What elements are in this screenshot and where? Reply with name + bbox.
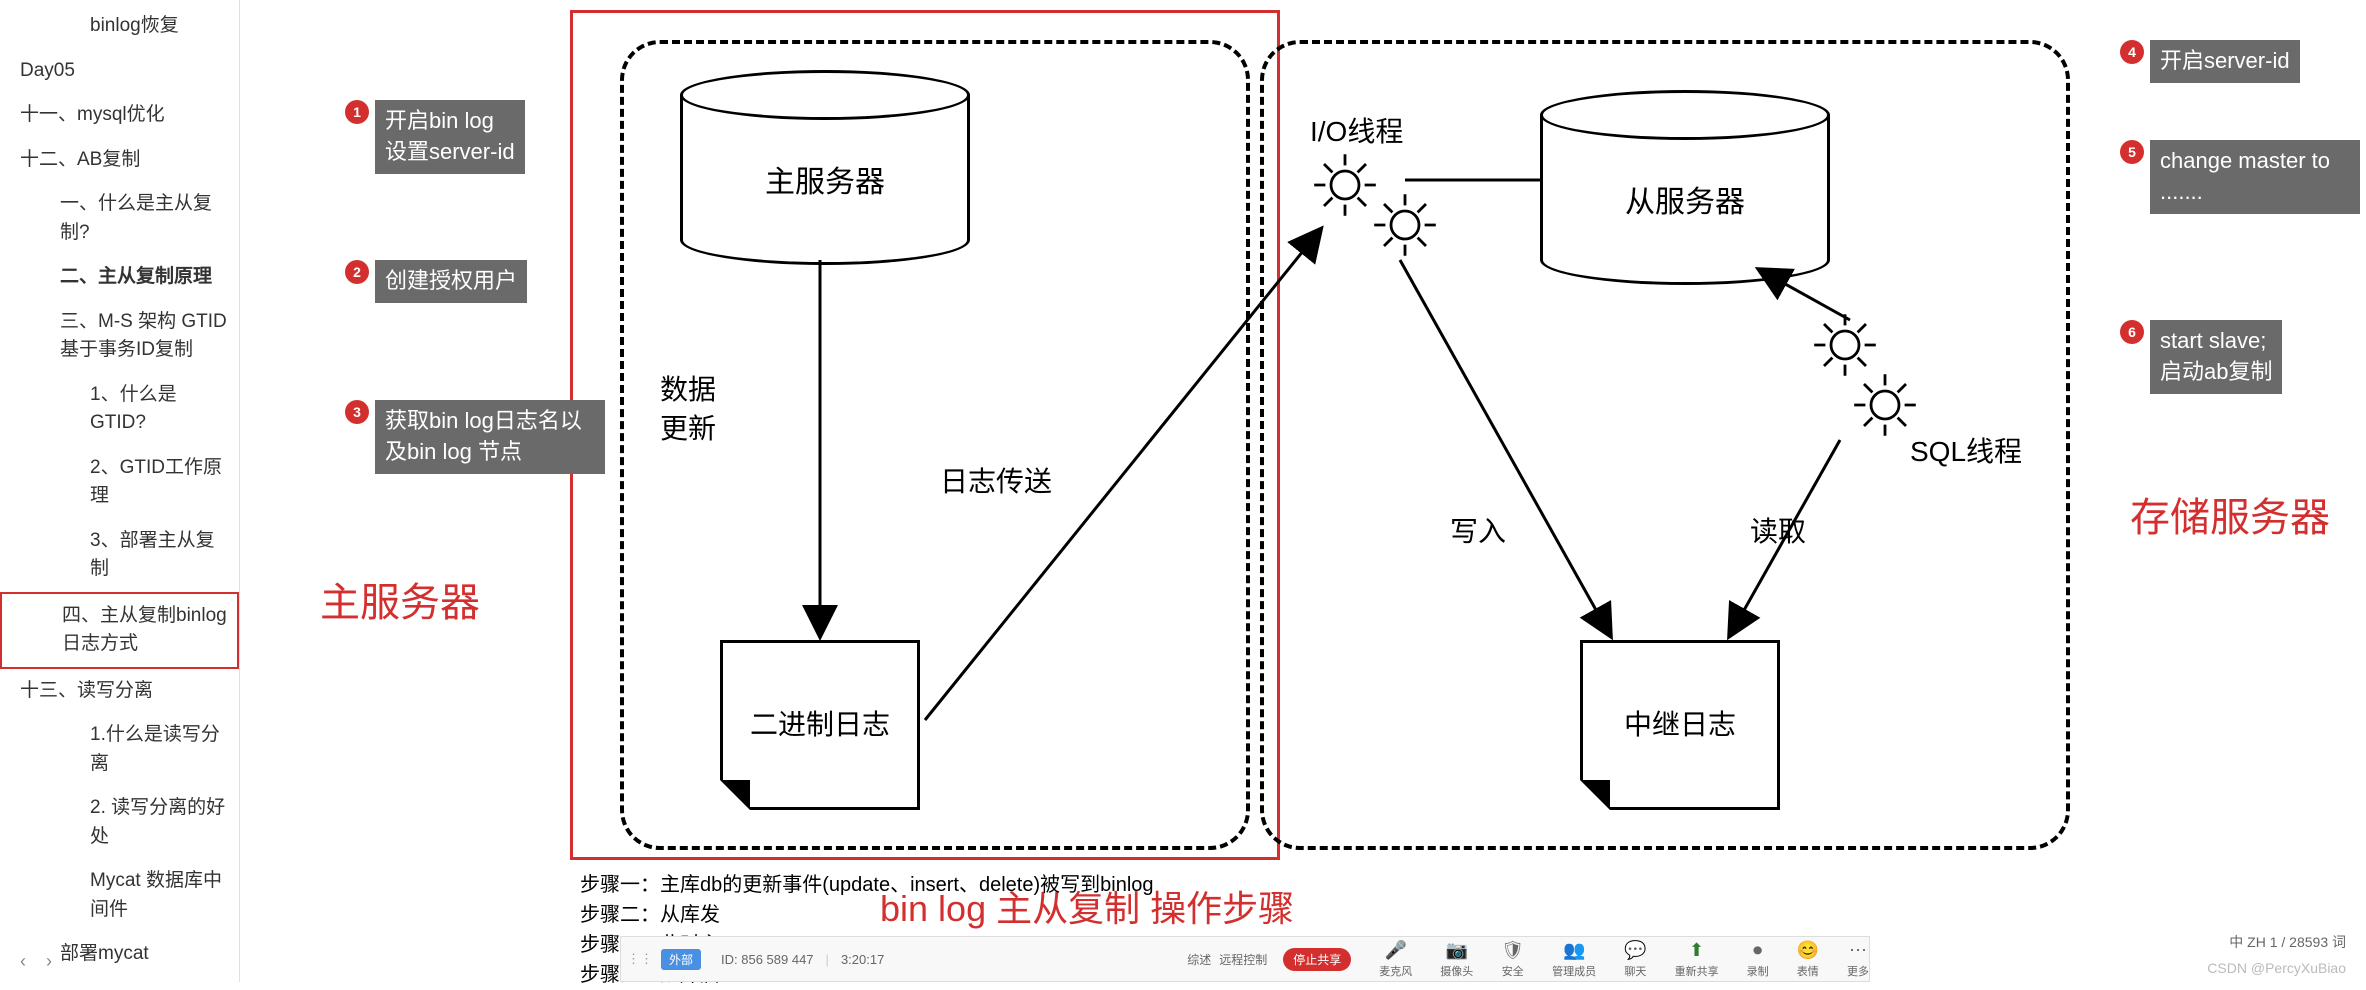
data-update-label: 数据更新: [660, 370, 720, 448]
external-tag: 外部: [661, 949, 701, 970]
record-button[interactable]: ⏺录制: [1747, 940, 1769, 979]
annotation-text: 创建授权用户: [375, 260, 527, 303]
emoji-icon: 😊: [1797, 940, 1819, 961]
master-db-label: 主服务器: [765, 157, 885, 201]
slave-db-label: 从服务器: [1625, 177, 1745, 221]
relay-log-label: 中继日志: [1624, 705, 1736, 744]
step-2: 步骤二：从库发: [580, 900, 1154, 930]
watermark: CSDN @PercyXuBiao: [2207, 960, 2346, 976]
annotation-6: 6 start slave; 启动ab复制: [2120, 320, 2282, 394]
annotation-text: 开启server-id: [2150, 40, 2300, 83]
status-bar-right: 中 ZH 1 / 28593 词: [2229, 932, 2346, 952]
annotation-1: 1 开启bin log 设置server-id: [345, 100, 525, 174]
annotation-text: change master to .......: [2150, 140, 2360, 214]
log-transfer-label: 日志传送: [940, 460, 1052, 500]
annotation-5: 5 change master to .......: [2120, 140, 2360, 214]
step-1: 步骤一：主库db的更新事件(update、insert、delete)被写到bi…: [580, 870, 1154, 900]
badge-5: 5: [2120, 140, 2144, 164]
sidebar-item[interactable]: binlog恢复: [0, 4, 239, 49]
camera-icon: 📷: [1446, 940, 1468, 961]
io-thread-label: I/O线程: [1310, 110, 1403, 150]
badge-1: 1: [345, 100, 369, 124]
sql-thread-label: SQL线程: [1910, 430, 2022, 470]
toolbar-label[interactable]: 远程控制: [1219, 951, 1267, 968]
annotation-text: start slave; 启动ab复制: [2150, 320, 2282, 394]
annotation-3: 3 获取bin log日志名以及bin log 节点: [345, 400, 605, 474]
record-icon: ⏺: [1753, 940, 1762, 961]
nav-next-icon[interactable]: ›: [46, 951, 52, 972]
sidebar-item[interactable]: 1、什么是GTID?: [0, 373, 239, 446]
slave-db-cylinder: 从服务器: [1540, 90, 1830, 285]
sidebar-item[interactable]: Day05: [0, 49, 239, 94]
security-button[interactable]: 🛡安全: [1501, 940, 1524, 979]
sidebar-item[interactable]: 1.什么是读写分离: [0, 713, 239, 786]
meeting-time: 3:20:17: [841, 952, 884, 967]
emoji-button[interactable]: 😊表情: [1797, 940, 1819, 979]
sidebar-item[interactable]: 三、M-S 架构 GTID 基于事务ID复制: [0, 300, 239, 373]
io-gear-icon: [1370, 190, 1440, 260]
badge-2: 2: [345, 260, 369, 284]
sidebar-item[interactable]: 二、主从复制原理: [0, 255, 239, 300]
sidebar: binlog恢复 Day05 十一、mysql优化 十二、AB复制 一、什么是主…: [0, 0, 240, 982]
sidebar-item[interactable]: 2. 读写分离的好处: [0, 786, 239, 859]
meeting-toolbar: ⋮⋮ 外部 ID: 856 589 447 | 3:20:17 综述 远程控制 …: [620, 936, 1870, 982]
annotation-2: 2 创建授权用户: [345, 260, 527, 303]
master-db-cylinder: 主服务器: [680, 70, 970, 265]
relay-log-document: 中继日志: [1580, 640, 1780, 810]
stop-share-button[interactable]: 停止共享: [1283, 948, 1351, 971]
reshare-button[interactable]: ⬆重新共享: [1675, 940, 1719, 979]
nav-arrows: ‹ ›: [20, 951, 52, 972]
sidebar-item[interactable]: 十二、AB复制: [0, 138, 239, 183]
sidebar-item[interactable]: 一、什么是主从复制?: [0, 182, 239, 255]
binlog-label: 二进制日志: [750, 705, 890, 744]
annotation-text: 开启bin log 设置server-id: [375, 100, 525, 174]
annotation-4: 4 开启server-id: [2120, 40, 2300, 83]
mic-button[interactable]: 🎤麦克风: [1379, 940, 1412, 979]
binlog-document: 二进制日志: [720, 640, 920, 810]
more-icon: ⋯: [1849, 940, 1867, 961]
camera-button[interactable]: 📷摄像头: [1440, 940, 1473, 979]
sidebar-item[interactable]: 2、GTID工作原理: [0, 446, 239, 519]
nav-prev-icon[interactable]: ‹: [20, 951, 26, 972]
badge-6: 6: [2120, 320, 2144, 344]
share-icon: ⬆: [1689, 940, 1704, 961]
members-button[interactable]: 👥管理成员: [1552, 940, 1596, 979]
storage-red-label: 存储服务器: [2130, 490, 2330, 546]
badge-3: 3: [345, 400, 369, 424]
sidebar-item-active[interactable]: 四、主从复制binlog日志方式: [0, 592, 239, 669]
write-label: 写入: [1450, 510, 1506, 550]
chat-icon: 💬: [1624, 940, 1646, 961]
more-button[interactable]: ⋯更多: [1847, 940, 1869, 979]
sidebar-item[interactable]: Mycat 数据库中间件: [0, 859, 239, 932]
members-icon: 👥: [1563, 940, 1585, 961]
sidebar-item[interactable]: 十一、mysql优化: [0, 93, 239, 138]
chat-button[interactable]: 💬聊天: [1624, 940, 1646, 979]
toolbar-label[interactable]: 综述: [1187, 951, 1211, 968]
shield-icon: 🛡: [1501, 940, 1524, 961]
sidebar-item[interactable]: 3、部署主从复制: [0, 519, 239, 592]
sidebar-item[interactable]: 配置schema.xml: [0, 977, 239, 983]
badge-4: 4: [2120, 40, 2144, 64]
meeting-id: ID: 856 589 447: [721, 952, 814, 967]
master-red-label: 主服务器: [320, 570, 480, 628]
sidebar-item[interactable]: 十三、读写分离: [0, 669, 239, 714]
read-label: 读取: [1750, 510, 1806, 550]
diagram-canvas: 主服务器 从服务器 二进制日志 中继日志: [260, 0, 2360, 982]
mic-icon: 🎤: [1385, 940, 1407, 961]
annotation-text: 获取bin log日志名以及bin log 节点: [375, 400, 605, 474]
